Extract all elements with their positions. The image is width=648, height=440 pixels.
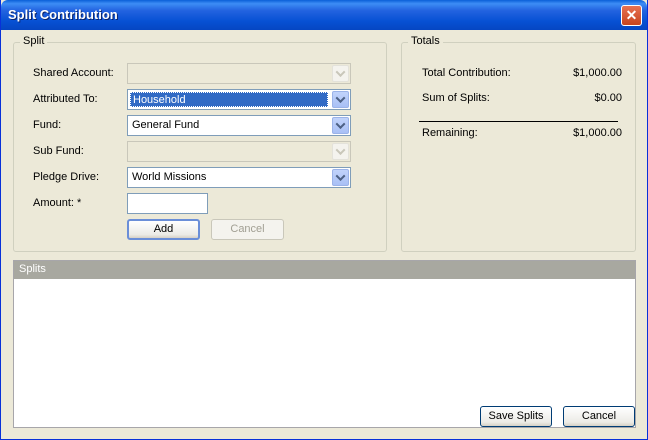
split-cancel-button: Cancel [211, 219, 284, 240]
chevron-down-icon[interactable] [332, 91, 349, 108]
title-bar[interactable]: Split Contribution ✕ [1, 0, 647, 30]
amount-input[interactable] [127, 193, 208, 214]
chevron-down-icon[interactable] [332, 117, 349, 134]
total-contribution-value: $1,000.00 [573, 67, 622, 79]
split-contribution-dialog: Split Contribution ✕ Split Shared Accoun… [0, 0, 648, 440]
remaining-label: Remaining: [422, 127, 478, 139]
totals-divider [419, 121, 618, 122]
pledge-drive-label: Pledge Drive: [33, 171, 100, 183]
amount-label: Amount: * [33, 197, 82, 209]
close-icon[interactable]: ✕ [621, 5, 642, 26]
chevron-down-icon [332, 65, 349, 82]
total-contribution-label: Total Contribution: [422, 67, 511, 79]
sum-of-splits-value: $0.00 [594, 92, 622, 104]
totals-group-legend: Totals [408, 35, 443, 47]
sub-fund-select [127, 141, 351, 162]
remaining-value: $1,000.00 [573, 127, 622, 139]
splits-header: Splits [14, 261, 635, 279]
shared-account-select [127, 63, 351, 84]
add-button[interactable]: Add [127, 219, 200, 240]
split-group-legend: Split [20, 35, 48, 47]
pledge-drive-select[interactable]: World Missions [127, 167, 351, 188]
shared-account-label: Shared Account: [33, 67, 114, 79]
attributed-to-select[interactable]: Household [127, 89, 351, 110]
sub-fund-label: Sub Fund: [33, 145, 84, 157]
save-splits-button[interactable]: Save Splits [480, 406, 552, 427]
splits-list[interactable]: Splits [13, 260, 636, 428]
fund-value: General Fund [132, 119, 200, 131]
fund-select[interactable]: General Fund [127, 115, 351, 136]
sum-of-splits-label: Sum of Splits: [422, 92, 490, 104]
chevron-down-icon [332, 143, 349, 160]
attributed-to-label: Attributed To: [33, 93, 98, 105]
totals-group: Totals Total Contribution: $1,000.00 Sum… [401, 35, 636, 252]
window-title: Split Contribution [8, 7, 118, 22]
split-group: Split Shared Account: Attributed To: Hou… [13, 35, 387, 252]
pledge-drive-value: World Missions [132, 171, 207, 183]
cancel-button[interactable]: Cancel [563, 406, 635, 427]
dialog-body: Split Shared Account: Attributed To: Hou… [4, 30, 644, 436]
fund-label: Fund: [33, 119, 62, 131]
chevron-down-icon[interactable] [332, 169, 349, 186]
attributed-to-value: Household [130, 92, 328, 107]
